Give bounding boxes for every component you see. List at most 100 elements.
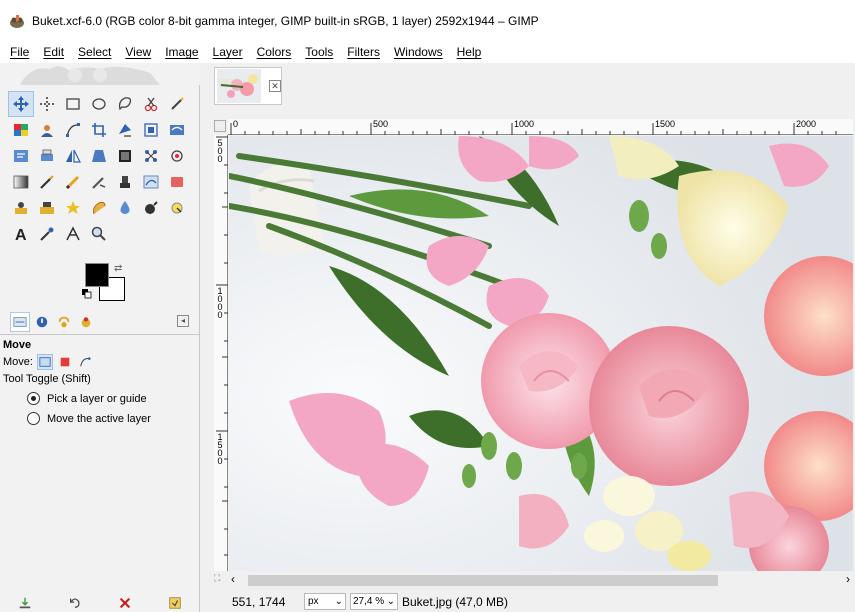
color-picker-icon[interactable] — [34, 221, 60, 247]
text-box-icon[interactable] — [8, 143, 34, 169]
horizontal-ruler: 0 500 1000 1500 2000 — [228, 119, 853, 135]
image-tab-close-icon[interactable]: ✕ — [269, 80, 281, 92]
navigate-image-icon[interactable]: ⛶ — [214, 573, 220, 584]
ellipse-select-icon[interactable] — [86, 91, 112, 117]
warp-transform-icon[interactable] — [164, 117, 190, 143]
reset-colors-icon[interactable] — [82, 289, 92, 299]
images-tab-icon[interactable] — [76, 312, 96, 332]
toolbox-panel: A ⇄ ◂ Move Move: Tool Toggle (Shift) Pic… — [0, 63, 200, 612]
image-thumbnail — [217, 69, 261, 103]
tool-toggle-row: Tool Toggle (Shift) — [0, 370, 200, 385]
menu-windows[interactable]: Windows — [392, 44, 445, 60]
ink-tool-icon[interactable] — [112, 169, 138, 195]
airbrush-icon[interactable] — [86, 169, 112, 195]
reset-options-icon[interactable] — [166, 594, 184, 612]
radio-move-active-dot[interactable] — [27, 412, 40, 425]
zoom-select[interactable]: 27,4 % ⌄ — [350, 593, 398, 610]
menu-select[interactable]: Select — [76, 44, 113, 60]
horizontal-ruler-ticks — [230, 123, 837, 135]
radio-pick-layer[interactable]: Pick a layer or guide — [0, 385, 200, 405]
tool-grid: A — [8, 91, 190, 247]
radio-pick-layer-dot[interactable] — [27, 392, 40, 405]
chevron-down-icon: ⌄ — [386, 596, 395, 607]
cage-transform-icon[interactable] — [138, 117, 164, 143]
menu-tools[interactable]: Tools — [303, 44, 335, 60]
scroll-left-icon[interactable]: ‹ — [231, 572, 235, 586]
blur-tool-icon[interactable] — [112, 195, 138, 221]
dodge-burn-icon[interactable] — [138, 195, 164, 221]
radio-pick-layer-label: Pick a layer or guide — [47, 392, 147, 405]
image-tab[interactable]: ✕ — [214, 67, 282, 105]
foreground-select-icon[interactable] — [34, 117, 60, 143]
measure-tool-icon[interactable] — [60, 221, 86, 247]
move-path-icon[interactable] — [77, 354, 93, 370]
unified-transform-icon[interactable] — [138, 143, 164, 169]
scale-tool-icon[interactable] — [112, 143, 138, 169]
print-icon[interactable] — [34, 143, 60, 169]
image-canvas[interactable] — [229, 136, 853, 571]
gimp-app-icon — [10, 14, 24, 28]
tool-options-buttons — [0, 593, 200, 612]
paintbrush-icon[interactable] — [34, 169, 60, 195]
menu-edit[interactable]: Edit — [41, 44, 66, 60]
tool-toggle-label: Tool Toggle (Shift) — [3, 373, 91, 385]
device-status-tab-icon[interactable] — [32, 312, 52, 332]
heal-tool-icon[interactable] — [34, 195, 60, 221]
paths-tool-icon[interactable] — [60, 117, 86, 143]
menu-view[interactable]: View — [123, 44, 153, 60]
quick-mask-toggle-icon[interactable] — [214, 120, 226, 132]
svg-text:A: A — [15, 227, 27, 243]
transform-tool-icon[interactable] — [112, 117, 138, 143]
menu-image[interactable]: Image — [163, 44, 200, 60]
pencil-icon[interactable] — [60, 169, 86, 195]
scissors-select-icon[interactable] — [138, 91, 164, 117]
menu-layer[interactable]: Layer — [211, 44, 245, 60]
move-tool-icon[interactable] — [8, 91, 34, 117]
dock-menu-button[interactable]: ◂ — [177, 315, 189, 327]
chevron-down-icon: ⌄ — [334, 596, 343, 607]
foreground-color-swatch[interactable] — [85, 263, 109, 287]
crop-tool-icon[interactable] — [86, 117, 112, 143]
menu-colors[interactable]: Colors — [255, 44, 294, 60]
dock-tabs — [0, 309, 200, 335]
perspective-tool-icon[interactable] — [86, 143, 112, 169]
dodge-icon[interactable] — [164, 195, 190, 221]
eraser-icon[interactable] — [164, 169, 190, 195]
fuzzy-select-icon[interactable] — [164, 91, 190, 117]
rectangle-select-icon[interactable] — [60, 91, 86, 117]
undo-history-tab-icon[interactable] — [54, 312, 74, 332]
tool-options-tab-icon[interactable] — [10, 311, 30, 332]
title-bar: Buket.xcf-6.0 (RGB color 8-bit gamma int… — [0, 0, 855, 41]
wilber-drop-zone[interactable] — [0, 63, 200, 85]
gradient-tool-icon[interactable] — [8, 169, 34, 195]
handle-transform-icon[interactable] — [164, 143, 190, 169]
restore-options-icon[interactable] — [66, 594, 84, 612]
flip-tool-icon[interactable] — [60, 143, 86, 169]
free-select-icon[interactable] — [112, 91, 138, 117]
menu-help[interactable]: Help — [455, 44, 484, 60]
horizontal-scroll-thumb[interactable] — [248, 575, 718, 586]
vertical-ruler-ticks — [216, 136, 228, 556]
zoom-tool-icon[interactable] — [86, 221, 112, 247]
scroll-right-icon[interactable]: › — [846, 572, 850, 586]
clone-tool-icon[interactable] — [8, 195, 34, 221]
horizontal-scrollbar[interactable]: ‹ › — [228, 572, 852, 589]
move-layer-icon[interactable] — [36, 354, 53, 370]
delete-options-icon[interactable] — [116, 594, 134, 612]
menu-file[interactable]: File — [8, 44, 31, 60]
by-color-select-icon[interactable] — [8, 117, 34, 143]
swap-colors-icon[interactable]: ⇄ — [114, 263, 122, 274]
perspective-clone-icon[interactable] — [60, 195, 86, 221]
vertical-ruler: 500 1000 1500 — [214, 135, 228, 571]
radio-move-active[interactable]: Move the active layer — [0, 405, 200, 425]
unit-select[interactable]: px ⌄ — [304, 593, 346, 610]
smudge-tool-icon[interactable] — [86, 195, 112, 221]
text-tool-icon[interactable]: A — [8, 221, 34, 247]
menu-filters[interactable]: Filters — [345, 44, 382, 60]
hruler-label-1000: 1000 — [514, 119, 535, 129]
move-selection-icon[interactable] — [57, 354, 73, 370]
pointer-coordinates: 551, 1744 — [232, 594, 286, 609]
mypaint-brush-icon[interactable] — [138, 169, 164, 195]
save-options-icon[interactable] — [16, 594, 34, 612]
alignment-tool-icon[interactable] — [34, 91, 60, 117]
